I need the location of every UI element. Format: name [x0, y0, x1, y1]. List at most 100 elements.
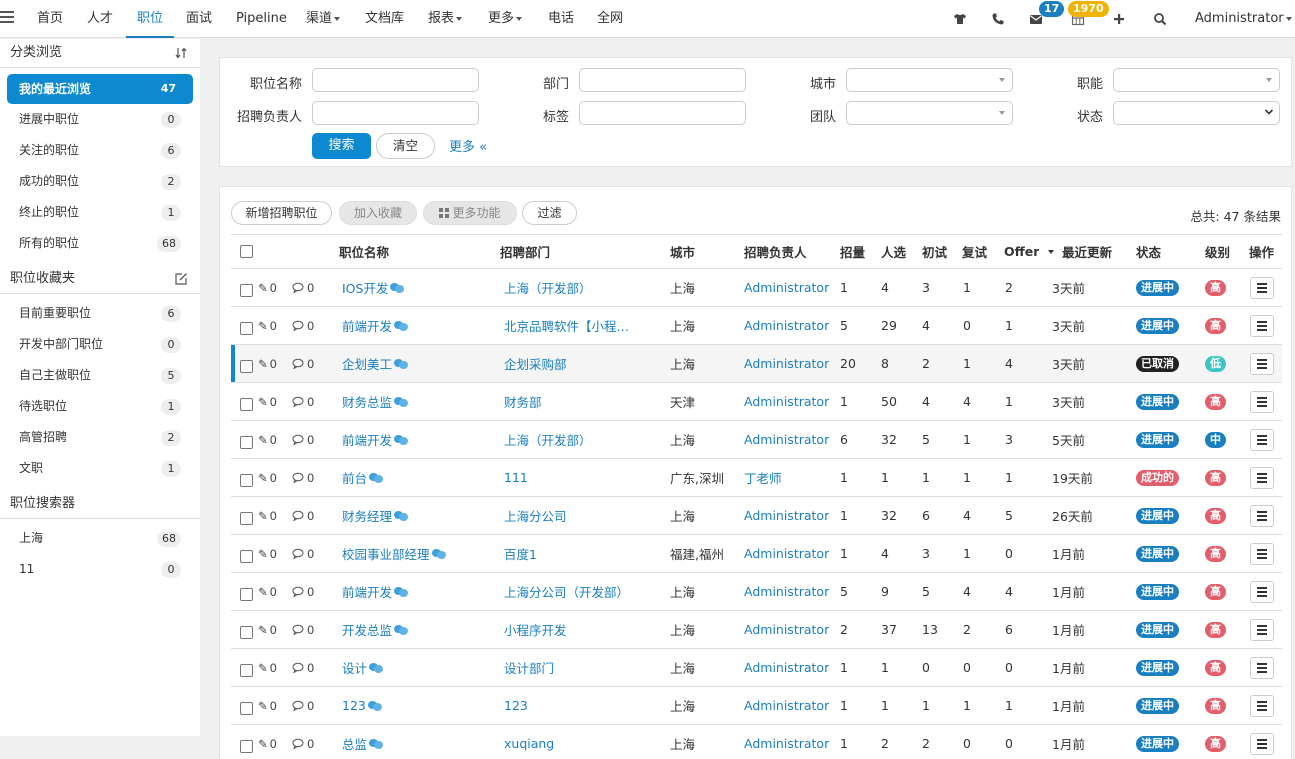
favorite-item[interactable]: 文职 1 [0, 453, 200, 484]
select-all-checkbox[interactable] [240, 245, 253, 258]
header-owner[interactable]: 招聘负责人 [744, 235, 807, 268]
header-city[interactable]: 城市 [670, 235, 695, 268]
table-row[interactable]: ✎ 0 0 财务总监 财务部 天津 Administrator 1 50 4 4 1 3天前 进展中高 [231, 383, 1282, 421]
table-row[interactable]: ✎ 0 0 财务经理 上海分公司 上海 Administrator 1 32 6 4 5 26天前 进展中… [231, 497, 1282, 535]
owner-input[interactable] [312, 101, 479, 125]
position-name-link[interactable]: 总监 [342, 734, 367, 753]
header-status[interactable]: 状态 [1136, 235, 1161, 268]
header-offer[interactable]: Offer [1004, 235, 1039, 268]
nav-item-5[interactable]: 渠道 [306, 0, 341, 38]
second-count[interactable]: 2 [963, 622, 971, 637]
quota-count[interactable]: 1 [840, 698, 848, 713]
row-actions-button[interactable] [1250, 732, 1274, 755]
new-position-button[interactable]: 新增招聘职位 [231, 201, 332, 225]
shirt-icon[interactable] [953, 12, 967, 26]
row-actions-button[interactable] [1250, 580, 1274, 603]
second-count[interactable]: 1 [963, 546, 971, 561]
wechat-icon[interactable] [394, 358, 409, 369]
first-count[interactable]: 0 [922, 660, 930, 675]
second-count[interactable]: 0 [963, 660, 971, 675]
favorite-item[interactable]: 自己主做职位 5 [0, 360, 200, 391]
table-row[interactable]: ✎ 0 0 IOS开发 上海（开发部） 上海 Administrator 1 4 3 1 2 3天前 进展… [231, 269, 1282, 307]
row-checkbox[interactable] [240, 512, 253, 525]
offer-count[interactable]: 0 [1005, 660, 1013, 675]
row-checkbox[interactable] [240, 664, 253, 677]
row-checkbox[interactable] [240, 474, 253, 487]
owner-link[interactable]: Administrator [744, 394, 829, 409]
wechat-icon[interactable] [369, 472, 384, 483]
row-checkbox[interactable] [240, 436, 253, 449]
nav-item-3[interactable]: 面试 [186, 0, 212, 38]
function-select[interactable] [1113, 68, 1280, 92]
wechat-icon[interactable] [369, 662, 384, 673]
second-count[interactable]: 4 [963, 584, 971, 599]
second-count[interactable]: 1 [963, 356, 971, 371]
header-dept[interactable]: 招聘部门 [500, 235, 550, 268]
favorite-item[interactable]: 目前重要职位 6 [0, 298, 200, 329]
browse-item[interactable]: 进展中职位 0 [0, 104, 200, 135]
row-actions-button[interactable] [1250, 276, 1274, 299]
first-count[interactable]: 6 [922, 508, 930, 523]
quota-count[interactable]: 1 [840, 394, 848, 409]
favorite-item[interactable]: 待选职位 1 [0, 391, 200, 422]
department-link[interactable]: 北京品聘软件【小程… [504, 316, 629, 335]
second-count[interactable]: 1 [963, 280, 971, 295]
wechat-icon[interactable] [394, 396, 409, 407]
second-count[interactable]: 4 [963, 508, 971, 523]
header-second-interview[interactable]: 复试 [962, 235, 987, 268]
cand-count[interactable]: 32 [881, 508, 897, 523]
position-name-link[interactable]: 前端开发 [342, 316, 392, 335]
first-count[interactable]: 4 [922, 394, 930, 409]
offer-count[interactable]: 6 [1005, 622, 1013, 637]
table-row[interactable]: ✎ 0 0 总监 xuqiang 上海 Administrator 1 2 2 0 0 1月前 进展中高 [231, 725, 1282, 759]
browse-item[interactable]: 我的最近浏览 47 [7, 74, 193, 104]
table-row[interactable]: ✎ 0 0 前端开发 上海（开发部） 上海 Administrator 6 32 5 1 3 5天前 进展… [231, 421, 1282, 459]
offer-count[interactable]: 4 [1005, 584, 1013, 599]
nav-item-8[interactable]: 更多 [488, 0, 523, 38]
nav-item-1[interactable]: 人才 [87, 0, 113, 38]
wechat-icon[interactable] [394, 510, 409, 521]
wechat-icon[interactable] [394, 320, 409, 331]
offer-count[interactable]: 5 [1005, 508, 1013, 523]
user-menu[interactable]: Administrator [1195, 0, 1292, 38]
searcher-item[interactable]: 上海 68 [0, 523, 200, 554]
header-first-interview[interactable]: 初试 [922, 235, 947, 268]
owner-link[interactable]: Administrator [744, 356, 829, 371]
department-link[interactable]: 123 [504, 698, 528, 713]
team-select[interactable] [846, 101, 1013, 125]
offer-count[interactable]: 1 [1005, 698, 1013, 713]
row-checkbox[interactable] [240, 284, 253, 297]
add-favorite-button[interactable]: 加入收藏 [339, 201, 417, 225]
quota-count[interactable]: 20 [840, 356, 856, 371]
phone-icon[interactable] [991, 12, 1005, 26]
browse-item[interactable]: 所有的职位 68 [0, 228, 200, 259]
department-link[interactable]: 上海（开发部） [504, 430, 592, 449]
offer-count[interactable]: 0 [1005, 736, 1013, 751]
first-count[interactable]: 2 [922, 736, 930, 751]
row-checkbox[interactable] [240, 322, 253, 335]
wechat-icon[interactable] [431, 548, 446, 559]
department-link[interactable]: 上海（开发部） [504, 278, 592, 297]
row-actions-button[interactable] [1250, 542, 1274, 565]
quota-count[interactable]: 1 [840, 660, 848, 675]
owner-link[interactable]: Administrator [744, 546, 829, 561]
table-row[interactable]: ✎ 0 0 前端开发 北京品聘软件【小程… 上海 Administrator 5 29 4 0 1 3天… [231, 307, 1282, 345]
owner-link[interactable]: Administrator [744, 432, 829, 447]
owner-link[interactable]: Administrator [744, 280, 829, 295]
department-link[interactable]: 企划采购部 [504, 354, 567, 373]
browse-item[interactable]: 终止的职位 1 [0, 197, 200, 228]
header-name[interactable]: 职位名称 [339, 235, 389, 268]
row-actions-button[interactable] [1250, 314, 1274, 337]
table-row[interactable]: ✎ 0 0 123 123 上海 Administrator 1 1 1 1 1 1月前 进展中高 [231, 687, 1282, 725]
header-candidates[interactable]: 人选 [881, 235, 906, 268]
offer-count[interactable]: 2 [1005, 280, 1013, 295]
first-count[interactable]: 3 [922, 280, 930, 295]
header-updated[interactable]: 最近更新 [1048, 235, 1112, 268]
owner-link[interactable]: Administrator [744, 736, 829, 751]
row-actions-button[interactable] [1250, 504, 1274, 527]
offer-count[interactable]: 1 [1005, 394, 1013, 409]
wechat-icon[interactable] [367, 700, 382, 711]
quota-count[interactable]: 1 [840, 280, 848, 295]
second-count[interactable]: 1 [963, 698, 971, 713]
city-select[interactable] [846, 68, 1013, 92]
